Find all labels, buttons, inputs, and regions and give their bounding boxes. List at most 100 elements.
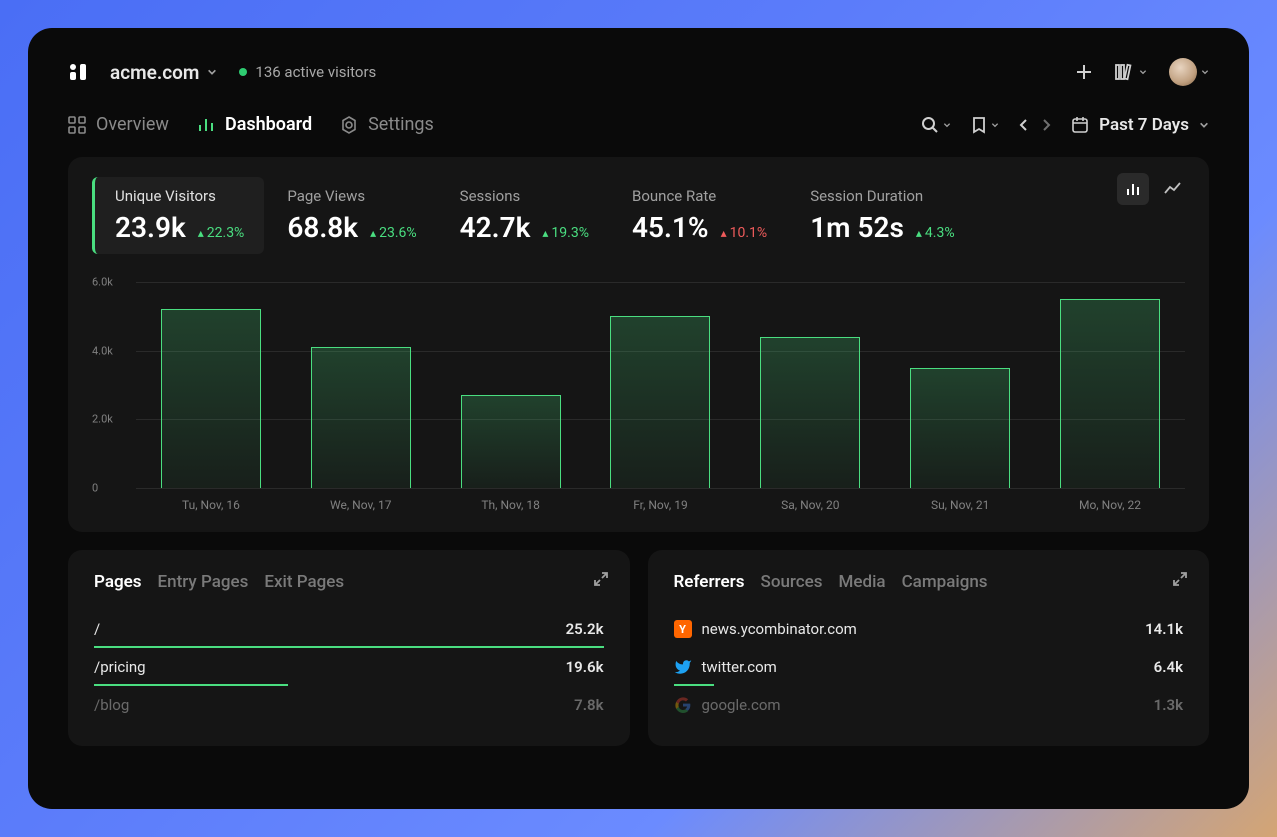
referrer-name: news.ycombinator.com [702,620,857,638]
page-path: / [94,620,100,638]
chevron-down-icon [1139,68,1147,76]
y-axis-label: 2.0k [92,413,113,426]
bookmark-button[interactable] [971,116,999,134]
panel-tab-entry-pages[interactable]: Entry Pages [158,572,249,592]
status-dot-icon [239,68,247,76]
page-row[interactable]: /blog 7.8k [94,686,604,724]
twitter-icon [674,658,692,676]
page-path: /pricing [94,658,146,676]
add-button[interactable] [1075,63,1093,81]
metric-page-views[interactable]: Page Views 68.8k 23.6% [264,177,436,254]
page-value: 19.6k [566,658,604,676]
next-button[interactable] [1041,118,1051,132]
chevron-down-icon [991,121,999,129]
active-visitors[interactable]: 136 active visitors [239,63,376,81]
metric-session-duration[interactable]: Session Duration 1m 52s 4.3% [787,177,974,254]
page-row[interactable]: / 25.2k [94,610,604,648]
metric-delta: 10.1% [721,225,768,241]
prev-button[interactable] [1019,118,1029,132]
chart-bar[interactable] [311,347,411,488]
avatar [1169,58,1197,86]
metric-label: Sessions [460,187,589,205]
x-axis-label: Sa, Nov, 20 [760,498,860,512]
chart-bar[interactable] [910,368,1010,488]
user-menu[interactable] [1169,58,1209,86]
topbar: acme.com 136 active visitors [68,58,1209,86]
nav-arrows [1019,118,1051,132]
chart-bar[interactable] [610,316,710,488]
gear-icon [340,116,358,134]
line-chart-toggle[interactable] [1157,173,1189,205]
page-path: /blog [94,696,129,714]
nav: Overview Dashboard Settings [68,114,1209,135]
panel-tab-pages[interactable]: Pages [94,572,142,592]
panel-tab-exit-pages[interactable]: Exit Pages [264,572,344,592]
referrer-row[interactable]: Ynews.ycombinator.com 14.1k [674,610,1184,648]
line-icon [1164,181,1182,197]
y-axis-label: 4.0k [92,344,113,357]
metric-label: Page Views [287,187,416,205]
site-name: acme.com [110,61,199,84]
trend-arrow-icon [198,225,204,241]
panel-tab-media[interactable]: Media [839,572,886,592]
date-range-picker[interactable]: Past 7 Days [1071,115,1209,135]
chart-bar[interactable] [760,337,860,488]
expand-button[interactable] [1173,572,1187,586]
tab-label: Dashboard [225,114,312,135]
expand-icon [594,572,608,586]
chart-icon [197,116,215,134]
panel-tab-campaigns[interactable]: Campaigns [902,572,988,592]
tab-overview[interactable]: Overview [68,114,169,135]
page-row[interactable]: /pricing 19.6k [94,648,604,686]
panel-tab-referrers[interactable]: Referrers [674,572,745,592]
nav-right: Past 7 Days [921,115,1209,135]
panel-tab-sources[interactable]: Sources [761,572,823,592]
metrics-row: Unique Visitors 23.9k 22.3% Page Views 6… [92,177,1185,254]
chart-type-toggle [1117,173,1189,205]
chart-bar[interactable] [461,395,561,488]
page-value: 25.2k [566,620,604,638]
metric-delta: 4.3% [916,225,955,241]
x-axis-label: Th, Nov, 18 [461,498,561,512]
date-range-label: Past 7 Days [1099,115,1189,135]
library-button[interactable] [1115,63,1147,81]
referrer-value: 1.3k [1154,696,1183,714]
metric-label: Session Duration [810,187,954,205]
nav-tabs: Overview Dashboard Settings [68,114,434,135]
google-icon [674,696,692,714]
metric-delta: 19.3% [542,225,589,241]
bar-icon [1125,181,1141,197]
bottom-row: Pages Entry Pages Exit Pages / 25.2k /pric… [68,550,1209,746]
metric-delta: 22.3% [198,225,245,241]
search-button[interactable] [921,116,951,134]
trend-arrow-icon [542,225,548,241]
chevron-down-icon [207,67,217,77]
bar-chart-toggle[interactable] [1117,173,1149,205]
ycombinator-icon: Y [674,620,692,638]
referrer-value: 14.1k [1145,620,1183,638]
x-axis-label: Su, Nov, 21 [910,498,1010,512]
calendar-icon [1071,116,1089,134]
referrer-row[interactable]: twitter.com 6.4k [674,648,1184,686]
chevron-down-icon [1201,68,1209,76]
expand-button[interactable] [594,572,608,586]
metric-label: Bounce Rate [632,187,767,205]
metric-bounce-rate[interactable]: Bounce Rate 45.1% 10.1% [609,177,787,254]
referrer-name: twitter.com [702,658,777,676]
tab-settings[interactable]: Settings [340,114,434,135]
chart-bar[interactable] [161,309,261,488]
site-picker[interactable]: acme.com [110,61,217,84]
logo-icon [68,62,88,82]
x-axis-label: We, Nov, 17 [311,498,411,512]
metric-sessions[interactable]: Sessions 42.7k 19.3% [437,177,609,254]
referrers-tabs: Referrers Sources Media Campaigns [674,572,1184,592]
grid-icon [68,116,86,134]
referrer-row[interactable]: google.com 1.3k [674,686,1184,724]
referrers-card: Referrers Sources Media Campaigns Ynews.yco… [648,550,1210,746]
metric-unique-visitors[interactable]: Unique Visitors 23.9k 22.3% [92,177,264,254]
x-axis-label: Fr, Nov, 19 [610,498,710,512]
x-axis-label: Mo, Nov, 22 [1060,498,1160,512]
chevron-down-icon [1199,120,1209,130]
tab-dashboard[interactable]: Dashboard [197,114,312,135]
chart-bar[interactable] [1060,299,1160,488]
